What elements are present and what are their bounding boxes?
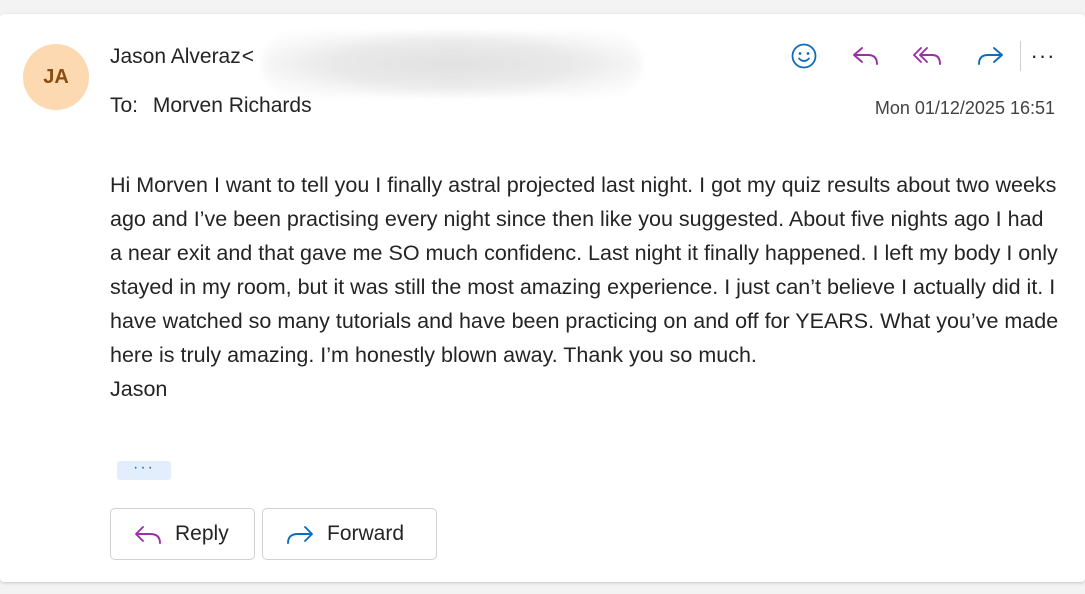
- forward-button-toolbar[interactable]: [970, 38, 1010, 74]
- emoji-icon: [791, 43, 817, 69]
- sender[interactable]: Jason Alveraz <: [110, 45, 254, 69]
- body-paragraph: Hi Morven I want to tell you I finally a…: [110, 173, 1059, 367]
- reply-icon: [853, 47, 878, 65]
- more-actions-button[interactable]: ···: [1023, 38, 1063, 74]
- forward-icon: [285, 522, 315, 546]
- message-date: Mon 01/12/2025 16:51: [874, 98, 1055, 118]
- show-trimmed-content-button[interactable]: ···: [117, 458, 171, 480]
- sender-name[interactable]: Jason Alveraz: [110, 45, 241, 69]
- emoji-button[interactable]: [784, 38, 824, 74]
- reply-all-icon: [913, 47, 941, 65]
- forward-label: Forward: [327, 522, 405, 545]
- sender-email-bracket: <: [241, 45, 255, 68]
- message-body: Hi Morven I want to tell you I finally a…: [110, 168, 1060, 406]
- recipient-name[interactable]: Morven Richards: [153, 94, 312, 117]
- to-line: To: Morven Richards: [110, 94, 312, 118]
- to-label: To:: [110, 94, 139, 117]
- reply-label: Reply: [175, 522, 229, 545]
- forward-icon: [978, 47, 1003, 65]
- reply-button[interactable]: Reply: [110, 508, 255, 560]
- more-icon: ···: [1030, 43, 1056, 68]
- reply-all-button-toolbar[interactable]: [908, 38, 948, 74]
- avatar[interactable]: JA: [23, 44, 89, 110]
- redacted-email: [262, 32, 642, 96]
- message-actions: ···: [784, 38, 1063, 74]
- reply-icon: [133, 522, 163, 546]
- message-card: JA Jason Alveraz < To: Morven Richards M…: [0, 14, 1085, 582]
- body-signature: Jason: [110, 377, 168, 401]
- reply-button-toolbar[interactable]: [846, 38, 886, 74]
- ellipsis-icon: ···: [133, 458, 155, 476]
- forward-button[interactable]: Forward: [262, 508, 437, 560]
- toolbar-divider: [1020, 41, 1021, 71]
